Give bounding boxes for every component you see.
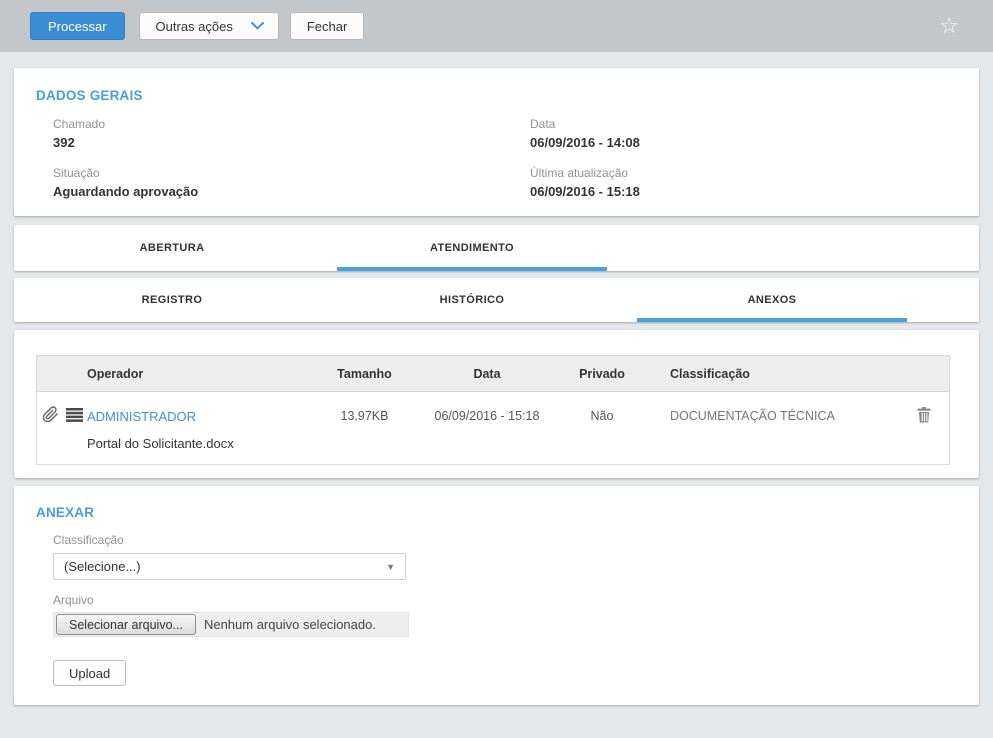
- header-privado: Privado: [542, 367, 662, 381]
- header-classificacao: Classificação: [662, 367, 897, 381]
- cell-tamanho: 13.97KB: [297, 409, 432, 423]
- favorite-star-icon[interactable]: ☆: [939, 15, 959, 37]
- chevron-down-icon: [251, 22, 264, 30]
- operator-link[interactable]: ADMINISTRADOR: [87, 409, 297, 424]
- anexar-panel: ANEXAR Classificação (Selecione...) ▼ Ar…: [14, 486, 979, 705]
- tab-atendimento[interactable]: ATENDIMENTO: [337, 225, 607, 271]
- select-file-button[interactable]: Selecionar arquivo...: [56, 614, 196, 635]
- process-button[interactable]: Processar: [30, 12, 125, 40]
- upload-button[interactable]: Upload: [53, 660, 126, 686]
- select-caret-icon: ▼: [386, 562, 395, 572]
- attachment-filename: Portal do Solicitante.docx: [87, 436, 951, 451]
- header-data: Data: [432, 367, 542, 381]
- attachments-table: Operador Tamanho Data Privado Classifica…: [36, 355, 950, 465]
- anexar-form: Classificação (Selecione...) ▼ Arquivo S…: [36, 533, 957, 686]
- field-value: Aguardando aprovação: [53, 184, 530, 199]
- attachments-table-header: Operador Tamanho Data Privado Classifica…: [37, 356, 949, 392]
- tab-anexos[interactable]: ANEXOS: [637, 278, 907, 322]
- table-row: ADMINISTRADOR 13.97KB 06/09/2016 - 15:18…: [37, 392, 949, 464]
- field-label: Data: [530, 117, 957, 131]
- dados-gerais-panel: DADOS GERAIS Chamado 392 Data 06/09/2016…: [14, 68, 979, 216]
- field-label: Última atualização: [530, 166, 957, 180]
- classificacao-select[interactable]: (Selecione...) ▼: [53, 553, 406, 580]
- paperclip-icon[interactable]: [42, 406, 59, 426]
- field-ultima-atualizacao: Última atualização 06/09/2016 - 15:18: [530, 166, 957, 199]
- header-operador: Operador: [87, 367, 297, 381]
- menu-icon[interactable]: [66, 408, 83, 425]
- page-content: DADOS GERAIS Chamado 392 Data 06/09/2016…: [0, 52, 993, 705]
- field-value: 06/09/2016 - 14:08: [530, 135, 957, 150]
- tab-registro[interactable]: REGISTRO: [37, 278, 307, 322]
- field-chamado: Chamado 392: [53, 117, 530, 150]
- field-value: 392: [53, 135, 530, 150]
- classificacao-selected-value: (Selecione...): [64, 559, 141, 574]
- field-situacao: Situação Aguardando aprovação: [53, 166, 530, 199]
- row-icons: [37, 406, 87, 426]
- field-data: Data 06/09/2016 - 14:08: [530, 117, 957, 150]
- main-tabs: ABERTURA ATENDIMENTO: [14, 225, 979, 271]
- dados-gerais-fields: Chamado 392 Data 06/09/2016 - 14:08 Situ…: [36, 117, 957, 215]
- toolbar: Processar Outras ações Fechar ☆: [0, 0, 993, 52]
- classificacao-label: Classificação: [53, 533, 957, 547]
- cell-actions: [897, 407, 951, 426]
- file-input[interactable]: Selecionar arquivo... Nenhum arquivo sel…: [53, 612, 409, 637]
- file-status-text: Nenhum arquivo selecionado.: [204, 617, 376, 632]
- dados-gerais-title: DADOS GERAIS: [36, 88, 957, 103]
- field-label: Chamado: [53, 117, 530, 131]
- other-actions-dropdown[interactable]: Outras ações: [139, 12, 279, 40]
- anexar-title: ANEXAR: [36, 505, 957, 520]
- tab-abertura[interactable]: ABERTURA: [37, 225, 307, 271]
- cell-privado: Não: [542, 409, 662, 423]
- trash-icon: [917, 411, 931, 426]
- header-tamanho: Tamanho: [297, 367, 432, 381]
- cell-data: 06/09/2016 - 15:18: [432, 409, 542, 423]
- arquivo-label: Arquivo: [53, 593, 957, 607]
- field-label: Situação: [53, 166, 530, 180]
- field-value: 06/09/2016 - 15:18: [530, 184, 957, 199]
- other-actions-label: Outras ações: [156, 19, 233, 34]
- close-button[interactable]: Fechar: [290, 12, 364, 40]
- ticket-screen: Processar Outras ações Fechar ☆ DADOS GE…: [0, 0, 993, 738]
- sub-tabs: REGISTRO HISTÓRICO ANEXOS: [14, 278, 979, 322]
- cell-classificacao: DOCUMENTAÇÃO TÉCNICA: [662, 409, 897, 423]
- delete-attachment-button[interactable]: [917, 407, 931, 426]
- attachments-panel: Operador Tamanho Data Privado Classifica…: [14, 330, 979, 478]
- tab-historico[interactable]: HISTÓRICO: [337, 278, 607, 322]
